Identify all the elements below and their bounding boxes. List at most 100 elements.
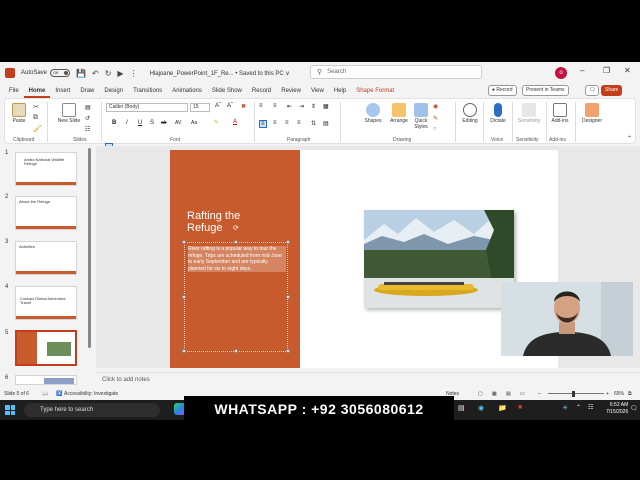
align-right-icon[interactable]: ≡: [285, 120, 289, 126]
taskbar-app-icon[interactable]: ▤: [458, 404, 465, 412]
shape-outline-icon[interactable]: ✎: [433, 115, 438, 122]
editing-button[interactable]: Editing: [458, 103, 482, 124]
align-center-icon[interactable]: ≡: [273, 120, 277, 126]
zoom-in-icon[interactable]: +: [606, 388, 609, 400]
resize-handle[interactable]: [182, 349, 186, 353]
network-icon[interactable]: ☷: [588, 404, 593, 411]
line-spacing-icon[interactable]: ⇕: [311, 103, 316, 110]
copy-icon[interactable]: ⧉: [33, 114, 38, 122]
font-size-select[interactable]: 15: [190, 103, 210, 112]
notifications-icon[interactable]: 🗨: [630, 405, 638, 412]
resize-handle[interactable]: [234, 349, 238, 353]
reading-view-icon[interactable]: ▤: [506, 388, 511, 400]
weather-icon[interactable]: ☀: [562, 404, 568, 412]
tab-help[interactable]: Help: [329, 84, 351, 98]
undo-icon[interactable]: ↶: [92, 69, 99, 78]
italic-button[interactable]: I: [126, 120, 128, 126]
shape-effects-icon[interactable]: ○: [433, 126, 437, 132]
rotate-handle-icon[interactable]: ⟳: [233, 224, 239, 232]
taskbar-clock[interactable]: 6:52 AM 7/15/2026: [606, 402, 628, 416]
tab-transitions[interactable]: Transitions: [128, 84, 167, 98]
slide-thumbnail-2[interactable]: About the Refuge: [15, 196, 77, 230]
normal-view-icon[interactable]: ▢: [478, 388, 483, 400]
dictate-button[interactable]: Dictate: [486, 103, 510, 124]
close-icon[interactable]: ✕: [624, 66, 631, 75]
resize-handle[interactable]: [182, 240, 186, 244]
strikethrough-icon[interactable]: ab: [161, 120, 167, 126]
windows-start-icon[interactable]: [5, 405, 15, 415]
present-from-start-icon[interactable]: ▶: [117, 69, 123, 78]
slide-thumbnail-6[interactable]: [15, 375, 77, 385]
tab-shape-format[interactable]: Shape Format: [351, 84, 399, 98]
resize-handle[interactable]: [234, 240, 238, 244]
numbering-icon[interactable]: ≡: [273, 103, 277, 109]
tray-chevron-icon[interactable]: ⌃: [576, 404, 581, 411]
body-text[interactable]: River rafting is a popular way to tour t…: [188, 246, 286, 272]
new-slide-button[interactable]: New Slide: [57, 103, 81, 124]
rafting-photo[interactable]: [364, 210, 514, 308]
add-ins-button[interactable]: Add-ins: [548, 103, 572, 124]
zoom-level[interactable]: 65%: [614, 388, 624, 400]
designer-button[interactable]: Designer: [579, 103, 605, 124]
grow-font-icon[interactable]: Aˆ: [215, 103, 221, 109]
shape-fill-icon[interactable]: ◉: [433, 103, 438, 110]
shadow-button[interactable]: S: [150, 120, 154, 126]
tab-home[interactable]: Home: [23, 84, 51, 98]
file-explorer-icon[interactable]: 📁: [498, 404, 507, 412]
shrink-font-icon[interactable]: Aˇ: [227, 103, 233, 109]
arrange-button[interactable]: Arrange: [387, 103, 411, 124]
text-direction-icon[interactable]: ⇅: [311, 120, 316, 127]
taskbar-app-icon[interactable]: ◉: [478, 404, 484, 412]
font-color-icon[interactable]: A: [233, 119, 237, 125]
accessibility-icon[interactable]: ♿: [56, 388, 62, 400]
columns-icon[interactable]: ▦: [323, 103, 329, 110]
quick-styles-button[interactable]: Quick Styles: [411, 103, 431, 130]
increase-indent-icon[interactable]: ⇥: [299, 103, 304, 110]
paste-button[interactable]: Paste: [9, 103, 29, 124]
redo-icon[interactable]: ↻: [105, 69, 112, 78]
tab-record[interactable]: Record: [247, 84, 276, 98]
thumbnail-scrollbar[interactable]: [88, 148, 91, 348]
fit-to-window-icon[interactable]: ⧉: [628, 388, 632, 400]
avatar[interactable]: o: [555, 67, 567, 79]
save-icon[interactable]: 💾: [76, 69, 86, 78]
taskbar-search-input[interactable]: Type here to search: [24, 403, 160, 417]
decrease-indent-icon[interactable]: ⇤: [287, 103, 292, 110]
tab-draw[interactable]: Draw: [75, 84, 99, 98]
tab-insert[interactable]: Insert: [50, 84, 75, 98]
customize-toolbar-icon[interactable]: ⋮: [130, 69, 138, 78]
section-icon[interactable]: ☷: [85, 126, 90, 133]
minimize-icon[interactable]: –: [580, 66, 584, 75]
tab-slide-show[interactable]: Slide Show: [207, 84, 247, 98]
powerpoint-taskbar-icon[interactable]: ■: [518, 404, 522, 411]
autosave-toggle[interactable]: Off: [50, 69, 71, 77]
bullets-icon[interactable]: ≡: [259, 103, 263, 109]
restore-icon[interactable]: ❐: [603, 66, 610, 75]
format-painter-icon[interactable]: 🖌: [33, 125, 42, 133]
resize-handle[interactable]: [286, 295, 290, 299]
tab-animations[interactable]: Animations: [167, 84, 207, 98]
reset-icon[interactable]: ↺: [85, 115, 90, 122]
font-name-select[interactable]: Calibri (Body): [106, 103, 188, 112]
spellcheck-icon[interactable]: 📖: [42, 388, 48, 400]
underline-button[interactable]: U: [138, 120, 142, 126]
search-input[interactable]: ⚲ Search: [310, 65, 482, 79]
resize-handle[interactable]: [182, 295, 186, 299]
char-spacing-icon[interactable]: AV: [175, 120, 181, 126]
layout-icon[interactable]: ▤: [85, 104, 91, 111]
collapse-ribbon-icon[interactable]: ⌃: [627, 135, 632, 142]
align-text-icon[interactable]: ▤: [323, 120, 329, 127]
sensitivity-button[interactable]: Sensitivity: [514, 103, 544, 124]
tab-design[interactable]: Design: [99, 84, 128, 98]
slideshow-icon[interactable]: ▭: [520, 388, 525, 400]
slide-thumbnail-5[interactable]: [15, 330, 77, 366]
record-button[interactable]: ● Record: [488, 85, 517, 96]
change-case-icon[interactable]: Aa: [191, 120, 197, 126]
document-filename[interactable]: Hlajoane_PowerPoint_1F_Re... • Saved to …: [150, 70, 290, 77]
comments-icon[interactable]: 🗨: [585, 85, 600, 96]
highlight-icon[interactable]: ✎: [214, 119, 219, 126]
slide-thumbnail-1[interactable]: Ambo National Wildlife Refuge: [15, 152, 77, 186]
present-in-teams-button[interactable]: Present in Teams: [522, 85, 569, 96]
resize-handle[interactable]: [286, 240, 290, 244]
cut-icon[interactable]: ✂: [33, 103, 39, 111]
